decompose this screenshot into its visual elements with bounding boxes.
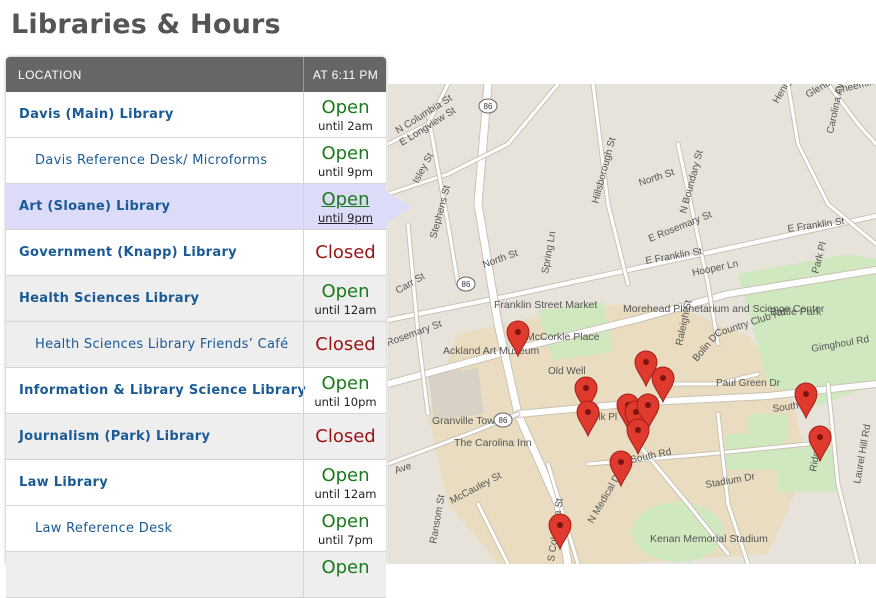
- status-label: Open: [321, 97, 370, 118]
- library-name-link[interactable]: Health Sciences Library Friends’ Café: [35, 337, 288, 352]
- library-name-link[interactable]: Law Reference Desk: [35, 521, 172, 536]
- granville-block: [428, 368, 484, 420]
- street-label: Paul Green Dr: [716, 378, 781, 389]
- status-cell: Open until 10pm: [303, 368, 387, 413]
- library-name-link[interactable]: Information & Library Science Library: [19, 383, 306, 398]
- place-label: McCorkle Place: [526, 331, 600, 343]
- library-row[interactable]: Law Library Open until 12am: [6, 460, 386, 506]
- library-row[interactable]: Open: [6, 552, 386, 598]
- place-label: The Carolina Inn: [454, 437, 532, 449]
- campus-map[interactable]: N Columbia St E Longview St Isley St Stephe…: [388, 84, 876, 564]
- status-cell: Closed: [303, 322, 387, 367]
- route-shield-number: 86: [484, 102, 493, 111]
- map-marker-dot: [643, 359, 649, 365]
- map-marker-dot: [618, 459, 624, 465]
- library-row[interactable]: Health Sciences Library Open until 12am: [6, 276, 386, 322]
- library-name-link[interactable]: Art (Sloane) Library: [19, 199, 170, 214]
- status-label: Closed: [315, 426, 376, 447]
- location-column-header: LOCATION: [18, 68, 82, 82]
- status-cell: Closed: [303, 414, 387, 459]
- status-cell: Open: [303, 552, 387, 597]
- map-marker-dot: [515, 329, 521, 335]
- library-row[interactable]: Davis Reference Desk/ Microforms Open unti…: [6, 138, 386, 184]
- library-name-link[interactable]: Health Sciences Library: [19, 291, 199, 306]
- closing-time[interactable]: until 9pm: [304, 211, 387, 225]
- library-row[interactable]: Davis (Main) Library Open until 2am: [6, 92, 386, 138]
- map-marker-dot: [635, 427, 641, 433]
- route-shield-number: 86: [462, 280, 471, 289]
- table-header: LOCATION AT 6:11 PM: [6, 57, 386, 92]
- closing-time: until 9pm: [318, 165, 373, 179]
- library-hours-panel: LOCATION AT 6:11 PM Davis (Main) Library…: [6, 57, 412, 598]
- library-row[interactable]: Information & Library Science Library Ope…: [6, 368, 386, 414]
- library-name-link[interactable]: Journalism (Park) Library: [19, 429, 210, 444]
- map-marker-dot: [585, 409, 591, 415]
- library-row[interactable]: Art (Sloane) Library Open until 9pm: [6, 184, 412, 230]
- place-label: Kenan Memorial Stadium: [650, 533, 768, 545]
- library-row[interactable]: Law Reference Desk Open until 7pm: [6, 506, 386, 552]
- map-marker-dot: [660, 375, 666, 381]
- status-label: Open: [321, 143, 370, 164]
- time-column-header: AT 6:11 PM: [303, 57, 387, 92]
- status-label: Open: [321, 557, 370, 578]
- closing-time: until 12am: [314, 303, 377, 317]
- library-row[interactable]: Journalism (Park) Library Closed: [6, 414, 386, 460]
- route-shield-number: 86: [499, 416, 508, 425]
- library-name-link[interactable]: Law Library: [19, 475, 108, 490]
- status-label: Open: [321, 511, 370, 532]
- status-cell: Open until 7pm: [303, 506, 387, 551]
- status-cell: Open until 2am: [303, 92, 387, 137]
- map-marker-dot: [817, 434, 823, 440]
- library-row[interactable]: Government (Knapp) Library Closed: [6, 230, 386, 276]
- place-label: Battle Park: [770, 306, 822, 318]
- closing-time: until 2am: [318, 119, 373, 133]
- status-label: Closed: [315, 334, 376, 355]
- status-label: Open: [321, 373, 370, 394]
- status-cell: Open until 9pm: [303, 138, 387, 183]
- page-title: Libraries & Hours: [11, 9, 281, 40]
- map-marker-dot: [557, 522, 563, 528]
- map-marker-dot: [645, 402, 651, 408]
- map-marker-dot: [583, 385, 589, 391]
- library-list: Davis (Main) Library Open until 2am Davis R…: [6, 92, 412, 598]
- closing-time: until 7pm: [318, 533, 373, 547]
- status-label: Open: [321, 465, 370, 486]
- library-name-link[interactable]: Davis Reference Desk/ Microforms: [35, 153, 267, 168]
- status-label: Open: [321, 281, 370, 302]
- status-cell: Open until 12am: [303, 276, 387, 321]
- street-label: Old Well: [548, 366, 586, 377]
- closing-time: until 12am: [314, 487, 377, 501]
- library-row[interactable]: Health Sciences Library Friends’ Café Clo…: [6, 322, 386, 368]
- status-label: Closed: [315, 242, 376, 263]
- place-label: Franklin Street Market: [494, 299, 597, 311]
- library-name-link[interactable]: Government (Knapp) Library: [19, 245, 237, 260]
- field-area: [748, 414, 788, 440]
- status-cell: Open until 9pm: [303, 184, 387, 229]
- status-cell: Open until 12am: [303, 460, 387, 505]
- status-label[interactable]: Open: [304, 190, 387, 210]
- library-name-link[interactable]: Davis (Main) Library: [19, 107, 174, 122]
- place-label: Ackland Art Museum: [443, 345, 540, 357]
- closing-time: until 10pm: [314, 395, 377, 409]
- map-marker-dot: [803, 391, 809, 397]
- status-cell: Closed: [303, 230, 387, 275]
